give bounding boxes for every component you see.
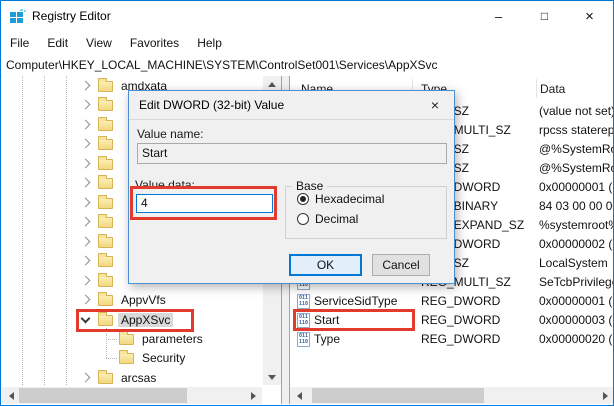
dword-icon: 011110 <box>297 332 310 347</box>
column-separator[interactable] <box>536 79 537 98</box>
scrollbar-thumb[interactable] <box>19 388 187 403</box>
tree-item-arcsas[interactable]: arcsas <box>2 369 263 385</box>
minimize-button[interactable]: – <box>476 1 521 31</box>
folder-icon <box>98 295 113 306</box>
arrow-left-icon <box>9 392 14 400</box>
folder-icon <box>98 120 113 131</box>
registry-icon <box>10 9 26 24</box>
arrow-down-icon <box>268 375 276 380</box>
chevron-right-icon[interactable] <box>81 198 91 208</box>
list-horizontal-scrollbar[interactable] <box>290 387 614 404</box>
menu-help[interactable]: Help <box>188 36 231 50</box>
chevron-right-icon[interactable] <box>81 373 91 383</box>
chevron-right-icon[interactable] <box>81 100 91 110</box>
folder-icon <box>98 100 113 111</box>
scroll-right-button[interactable] <box>244 387 262 404</box>
registry-editor-window: Registry Editor – □ × File Edit View Fav… <box>0 0 614 406</box>
folder-icon <box>98 256 113 267</box>
scroll-left-button[interactable] <box>290 387 308 404</box>
registry-path: Computer\HKEY_LOCAL_MACHINE\SYSTEM\Contr… <box>1 58 438 72</box>
folder-icon <box>98 276 113 287</box>
maximize-button[interactable]: □ <box>522 1 567 31</box>
chevron-right-icon[interactable] <box>81 295 91 305</box>
annotation-box-value-data <box>130 186 277 220</box>
value-name-field[interactable]: Start <box>137 143 447 164</box>
folder-icon <box>98 217 113 228</box>
dialog-title: Edit DWORD (32-bit) Value <box>139 98 284 112</box>
menu-file[interactable]: File <box>1 36 38 50</box>
dialog-title-bar: Edit DWORD (32-bit) Value × <box>129 91 454 120</box>
tree-item-appvvfs[interactable]: AppvVfs <box>2 291 263 310</box>
arrow-up-icon <box>268 82 276 87</box>
arrow-right-icon <box>251 392 256 400</box>
folder-icon <box>119 353 134 364</box>
dword-icon: 011110 <box>297 294 310 309</box>
menu-bar: File Edit View Favorites Help <box>1 32 613 54</box>
chevron-right-icon[interactable] <box>81 237 91 247</box>
scroll-left-button[interactable] <box>2 387 20 404</box>
annotation-box-start-row <box>293 309 415 331</box>
menu-favorites[interactable]: Favorites <box>121 36 188 50</box>
folder-icon <box>98 159 113 170</box>
chevron-right-icon[interactable] <box>81 139 91 149</box>
folder-icon <box>98 81 113 92</box>
folder-icon <box>98 198 113 209</box>
radio-unselected-icon[interactable] <box>297 213 309 225</box>
value-row-type[interactable]: 011110TypeREG_DWORD0x00000020 (32) <box>290 330 614 349</box>
menu-view[interactable]: View <box>77 36 121 50</box>
chevron-right-icon[interactable] <box>81 120 91 130</box>
base-group-label: Base <box>292 179 327 193</box>
folder-icon <box>98 237 113 248</box>
dialog-close-button[interactable]: × <box>421 93 449 116</box>
scroll-down-button[interactable] <box>263 369 281 385</box>
tree-item-security[interactable]: Security <box>2 349 263 368</box>
chevron-right-icon[interactable] <box>81 81 91 91</box>
chevron-right-icon[interactable] <box>81 256 91 266</box>
scroll-right-button[interactable] <box>596 387 614 404</box>
tree-item-parameters[interactable]: parameters <box>2 330 263 349</box>
chevron-right-icon[interactable] <box>81 178 91 188</box>
cancel-button[interactable]: Cancel <box>372 254 430 276</box>
chevron-right-icon[interactable] <box>81 276 91 286</box>
radio-selected-icon[interactable] <box>297 193 309 205</box>
value-name-label: Value name: <box>137 127 204 141</box>
address-bar[interactable]: Computer\HKEY_LOCAL_MACHINE\SYSTEM\Contr… <box>1 54 613 77</box>
chevron-right-icon[interactable] <box>81 159 91 169</box>
menu-edit[interactable]: Edit <box>38 36 77 50</box>
annotation-box-appxsvc <box>76 309 194 332</box>
title-bar: Registry Editor – □ × <box>1 1 613 32</box>
window-title: Registry Editor <box>32 9 111 23</box>
chevron-right-icon[interactable] <box>81 217 91 227</box>
tree-horizontal-scrollbar[interactable] <box>2 387 262 404</box>
scrollbar-thumb[interactable] <box>312 388 484 403</box>
ok-button[interactable]: OK <box>289 254 362 276</box>
folder-icon <box>98 139 113 150</box>
hexadecimal-radio[interactable]: Hexadecimal <box>297 192 384 206</box>
folder-icon <box>98 178 113 189</box>
close-button[interactable]: × <box>567 1 612 31</box>
arrow-left-icon <box>297 392 302 400</box>
folder-icon <box>98 373 113 384</box>
arrow-right-icon <box>603 392 608 400</box>
column-header-data[interactable]: Data <box>540 82 565 96</box>
decimal-radio[interactable]: Decimal <box>297 212 358 226</box>
folder-icon <box>119 334 134 345</box>
